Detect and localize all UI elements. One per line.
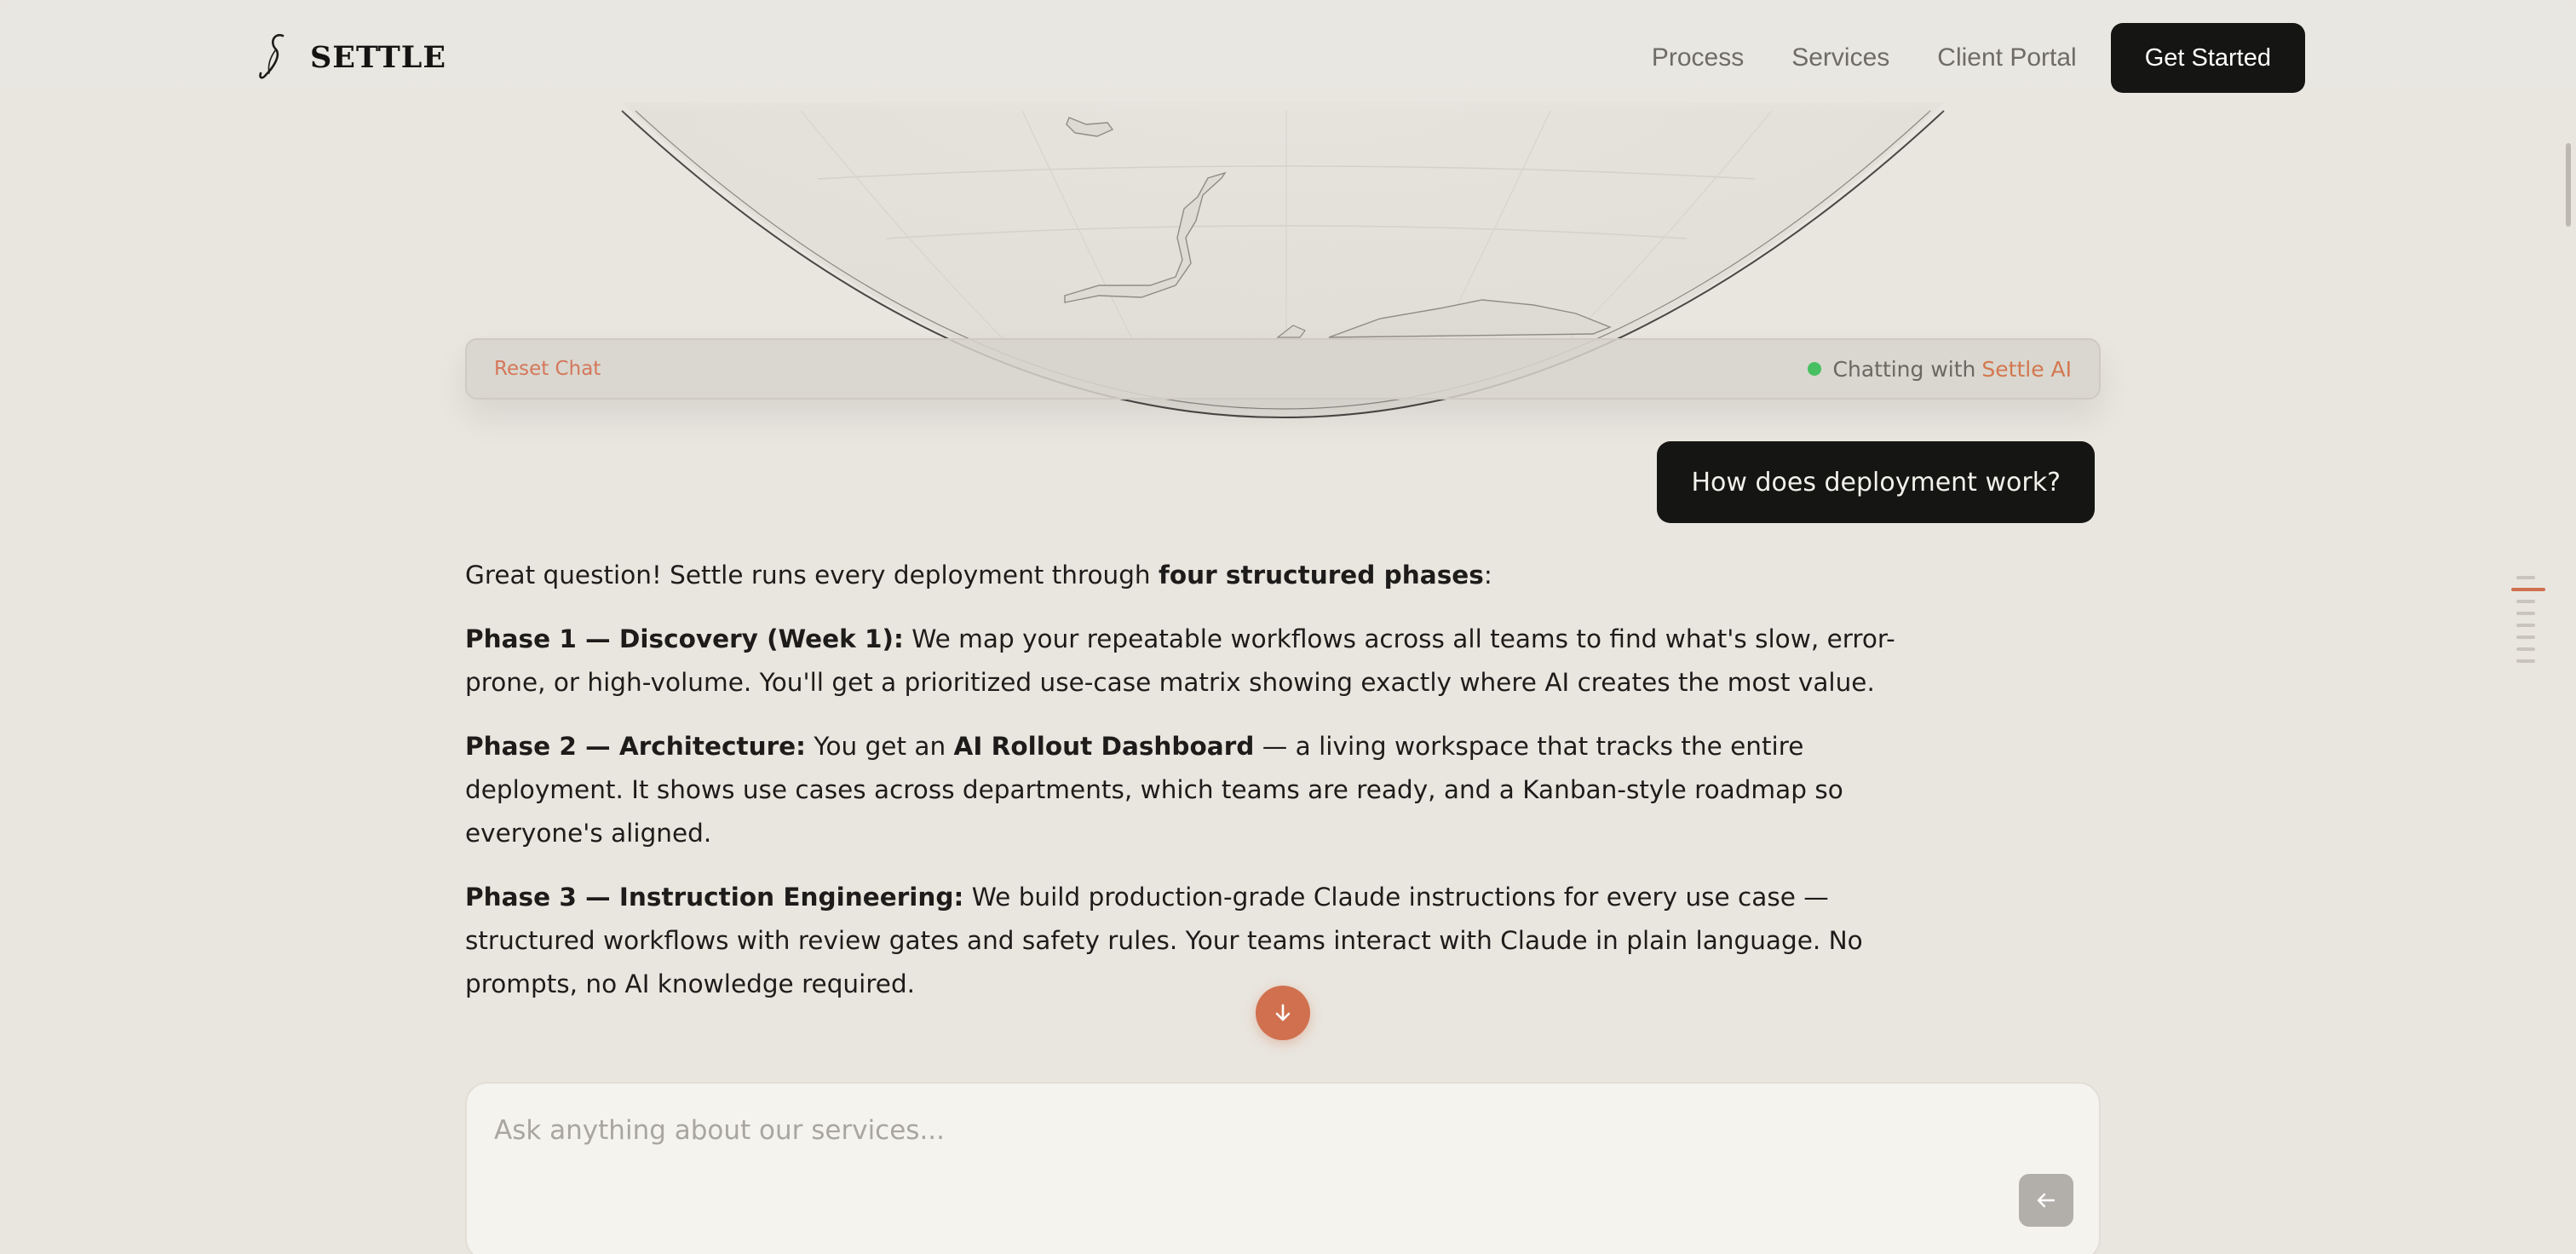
user-message-text: How does deployment work? (1691, 467, 2061, 498)
page: SETTLE Process Services Client Portal Ge… (0, 0, 2576, 1254)
status-agent-name: Settle AI (1981, 356, 2072, 382)
section-tick-active[interactable] (2511, 588, 2545, 591)
phase-2-title: Phase 2 — Architecture: (465, 732, 806, 761)
reset-chat-button[interactable]: Reset Chat (494, 358, 601, 380)
chat-input-box (465, 1082, 2101, 1254)
brand-logo[interactable]: SETTLE (256, 31, 446, 83)
nav-link-client-portal[interactable]: Client Portal (1937, 43, 2076, 72)
section-tick[interactable] (2516, 647, 2535, 651)
arrow-left-icon (2037, 1193, 2056, 1208)
page-scrollbar[interactable] (2566, 143, 2571, 227)
phase-1: Phase 1 — Discovery (Week 1): We map you… (465, 618, 1947, 705)
assistant-message: Great question! Settle runs every deploy… (465, 554, 1947, 1027)
intro-text: Great question! Settle runs every deploy… (465, 561, 1159, 590)
send-button[interactable] (2019, 1174, 2073, 1227)
phase-2-text-pre: You get an (805, 732, 954, 761)
chat-status-bar: Reset Chat Chatting with Settle AI (465, 338, 2101, 400)
section-tick[interactable] (2516, 624, 2535, 627)
chat-status: Chatting with Settle AI (1807, 356, 2072, 382)
section-tick[interactable] (2516, 612, 2535, 615)
nav-link-process[interactable]: Process (1652, 43, 1744, 72)
user-message-bubble: How does deployment work? (1657, 441, 2095, 523)
status-prefix: Chatting with (1832, 356, 1976, 382)
online-status-dot (1807, 362, 1821, 376)
section-tick[interactable] (2516, 659, 2535, 663)
brand-name: SETTLE (310, 39, 447, 75)
phase-3-title: Phase 3 — Instruction Engineering: (465, 883, 964, 912)
intro-bold: four structured phases (1159, 561, 1484, 590)
phase-2: Phase 2 — Architecture: You get an AI Ro… (465, 725, 1947, 855)
nav-link-services[interactable]: Services (1791, 43, 1889, 72)
arrow-down-icon (1275, 1004, 1291, 1021)
section-indicator (2511, 576, 2545, 671)
get-started-button[interactable]: Get Started (2110, 23, 2305, 93)
site-header: SETTLE Process Services Client Portal Ge… (0, 0, 2576, 115)
section-tick[interactable] (2516, 600, 2535, 603)
phase-3: Phase 3 — Instruction Engineering: We bu… (465, 876, 1947, 1006)
phase-2-bold: AI Rollout Dashboard (953, 732, 1255, 761)
scroll-down-button[interactable] (1256, 986, 1310, 1040)
section-tick[interactable] (2516, 576, 2535, 579)
phase-1-title: Phase 1 — Discovery (Week 1): (465, 624, 904, 653)
intro-end: : (1483, 561, 1492, 590)
assistant-intro: Great question! Settle runs every deploy… (465, 554, 1947, 597)
chat-input[interactable] (494, 1109, 1942, 1152)
section-tick[interactable] (2516, 636, 2535, 639)
swirl-logo-icon (259, 33, 285, 79)
main-nav: Process Services Client Portal Get Start… (1652, 23, 2305, 93)
